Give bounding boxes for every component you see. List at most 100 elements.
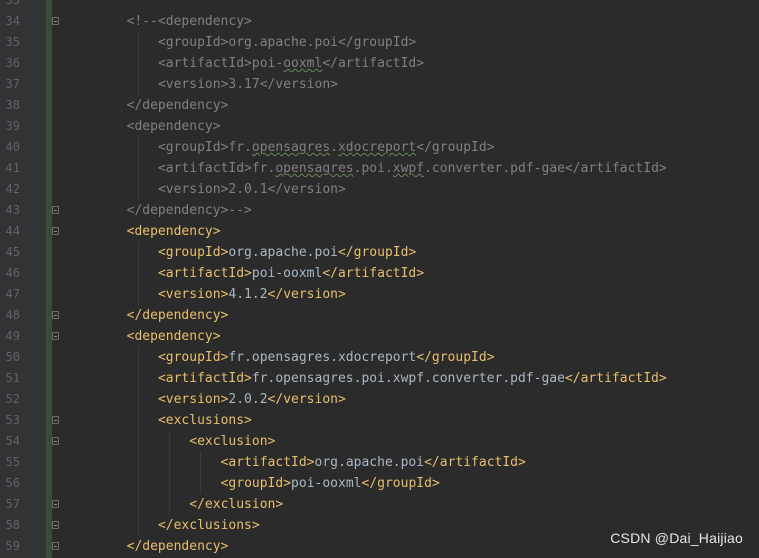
code-line[interactable]: 42 <version>2.0.1</version> <box>6 179 759 200</box>
code-editor[interactable]: 33 34 <!--<dependency> 35 <groupId>org.apach… <box>0 0 759 558</box>
indent-guide <box>137 410 139 431</box>
code-line[interactable]: 38 </dependency> <box>6 95 759 116</box>
code-token: <version> <box>157 287 229 302</box>
code-line[interactable]: 57 </exclusion> <box>6 494 759 515</box>
indent-guide <box>137 515 139 536</box>
fold-marker-icon[interactable] <box>52 17 59 25</box>
code-token: .converter.pdf-gae</artifactId> <box>424 161 667 176</box>
code-text: <dependency> <box>127 221 221 242</box>
fold-marker-icon[interactable] <box>52 332 59 340</box>
code-line[interactable]: 56 <groupId>poi-ooxml</groupId> <box>6 473 759 494</box>
indent-guide <box>168 473 170 494</box>
code-line[interactable]: 34 <!--<dependency> <box>6 11 759 32</box>
fold-marker-icon[interactable] <box>52 542 59 550</box>
code-line[interactable]: 51 <artifactId>fr.opensagres.poi.xwpf.con… <box>6 368 759 389</box>
code-token: </artifactId> <box>424 455 526 470</box>
indent-guide <box>200 473 202 494</box>
fold-marker-icon[interactable] <box>52 227 59 235</box>
indent-guide <box>137 452 139 473</box>
fold-marker-icon[interactable] <box>52 437 59 445</box>
code-token: </dependency> <box>126 308 229 323</box>
indent-guide <box>137 179 139 200</box>
code-line[interactable]: 35 <groupId>org.apache.poi</groupId> <box>6 32 759 53</box>
indent-guide <box>137 368 139 389</box>
code-line[interactable]: 55 <artifactId>org.apache.poi</artifactId… <box>6 452 759 473</box>
code-line[interactable]: 33 <box>6 0 759 11</box>
code-text: </dependency> <box>127 305 229 326</box>
code-text: <groupId>poi-ooxml</groupId> <box>221 473 440 494</box>
indent-guide <box>137 284 139 305</box>
code-line[interactable]: 45 <groupId>org.apache.poi</groupId> <box>6 242 759 263</box>
indent-guide <box>200 452 202 473</box>
code-line[interactable]: 50 <groupId>fr.opensagres.xdocreport</gro… <box>6 347 759 368</box>
code-line[interactable]: 54 <exclusion> <box>6 431 759 452</box>
code-area[interactable]: 33 34 <!--<dependency> 35 <groupId>org.apach… <box>6 0 759 558</box>
code-text: </exclusions> <box>158 515 260 536</box>
code-line[interactable]: 37 <version>3.17</version> <box>6 74 759 95</box>
line-number: 59 <box>5 539 20 553</box>
line-number: 35 <box>5 35 20 49</box>
code-token: </version> <box>267 392 346 407</box>
code-text: <!--<dependency> <box>127 11 252 32</box>
code-token: <groupId> <box>157 350 229 365</box>
code-line[interactable]: 48 </dependency> <box>6 305 759 326</box>
code-token: </artifactId> <box>322 56 425 71</box>
code-text: <groupId>org.apache.poi</groupId> <box>158 32 416 53</box>
code-token: </groupId> <box>337 245 417 260</box>
code-token: org.apache.poi <box>228 245 338 260</box>
fold-marker-icon[interactable] <box>52 500 59 508</box>
code-line[interactable]: 47 <version>4.1.2</version> <box>6 284 759 305</box>
indent-guide <box>137 53 139 74</box>
line-number: 38 <box>5 98 20 112</box>
indent-guide <box>137 494 139 515</box>
line-number: 52 <box>5 392 20 406</box>
indent-guide <box>137 431 139 452</box>
code-line[interactable]: 36 <artifactId>poi-ooxml</artifactId> <box>6 53 759 74</box>
code-text: <version>4.1.2</version> <box>158 284 346 305</box>
fold-marker-icon[interactable] <box>52 206 59 214</box>
code-token: 4.1.2 <box>228 287 268 302</box>
indent-guide <box>137 137 139 158</box>
fold-marker-icon[interactable] <box>52 416 59 424</box>
code-token: <groupId> <box>157 245 229 260</box>
fold-marker-icon[interactable] <box>52 521 59 529</box>
code-text: <artifactId>poi-ooxml</artifactId> <box>158 53 424 74</box>
code-token: <exclusions> <box>157 413 252 428</box>
code-line[interactable]: 39 <dependency> <box>6 116 759 137</box>
code-text: <version>2.0.1</version> <box>158 179 346 200</box>
line-number: 40 <box>5 140 20 154</box>
code-line[interactable]: 52 <version>2.0.2</version> <box>6 389 759 410</box>
code-line[interactable]: 43 </dependency>--> <box>6 200 759 221</box>
code-text: <version>3.17</version> <box>158 74 338 95</box>
line-number: 51 <box>5 371 20 385</box>
code-text: <artifactId>poi-ooxml</artifactId> <box>158 263 424 284</box>
code-line[interactable]: 49 <dependency> <box>6 326 759 347</box>
code-line[interactable]: 44 <dependency> <box>6 221 759 242</box>
code-line[interactable]: 46 <artifactId>poi-ooxml</artifactId> <box>6 263 759 284</box>
indent-guide <box>168 494 170 515</box>
code-token: <dependency> <box>126 329 221 344</box>
indent-guide <box>168 452 170 473</box>
line-number: 54 <box>5 434 20 448</box>
code-text: <version>2.0.2</version> <box>158 389 346 410</box>
code-line[interactable]: 53 <exclusions> <box>6 410 759 431</box>
code-token: </dependency> <box>126 539 229 554</box>
code-token: .poi. <box>353 161 393 176</box>
fold-marker-icon[interactable] <box>52 311 59 319</box>
indent-guide <box>137 32 139 53</box>
line-number: 34 <box>5 14 20 28</box>
line-number: 46 <box>5 266 20 280</box>
code-line[interactable]: 41 <artifactId>fr.opensagres.poi.xwpf.con… <box>6 158 759 179</box>
code-token: <exclusion> <box>189 434 276 449</box>
code-token: poi-ooxml <box>291 476 362 491</box>
code-text: <artifactId>org.apache.poi</artifactId> <box>221 452 526 473</box>
line-number: 56 <box>5 476 20 490</box>
code-token: fr.opensagres.poi.xwpf.converter.pdf-gae <box>251 371 565 386</box>
line-number: 58 <box>5 518 20 532</box>
code-line[interactable]: 40 <groupId>fr.opensagres.xdocreport</gro… <box>6 137 759 158</box>
code-token: . <box>330 140 338 155</box>
code-token: </artifactId> <box>322 266 425 281</box>
code-token: <groupId> <box>220 476 292 491</box>
indent-guide <box>137 74 139 95</box>
code-text: <dependency> <box>127 326 221 347</box>
